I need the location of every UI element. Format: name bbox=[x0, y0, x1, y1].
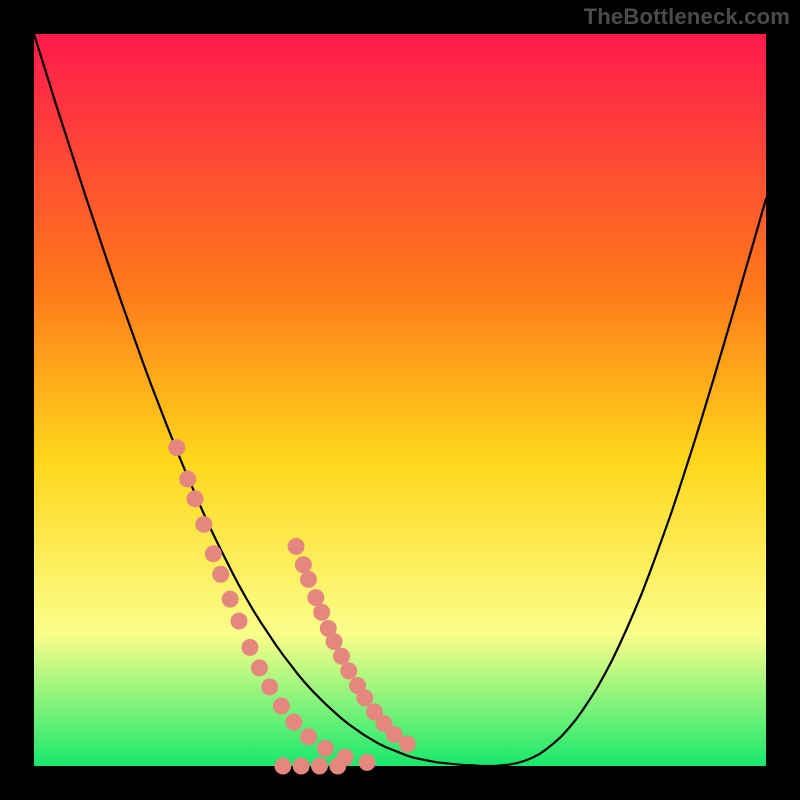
curve-marker bbox=[273, 697, 290, 714]
curve-marker bbox=[340, 662, 357, 679]
curve-marker bbox=[241, 639, 258, 656]
curve-marker bbox=[179, 471, 196, 488]
curve-marker bbox=[285, 714, 302, 731]
curve-marker bbox=[293, 758, 310, 775]
curve-marker bbox=[288, 538, 305, 555]
curve-marker bbox=[399, 736, 416, 753]
curve-marker bbox=[300, 571, 317, 588]
curve-marker bbox=[212, 566, 229, 583]
curve-marker bbox=[326, 633, 343, 650]
curve-marker bbox=[261, 678, 278, 695]
curve-marker bbox=[313, 604, 330, 621]
bottleneck-chart bbox=[0, 0, 800, 800]
curve-marker bbox=[300, 728, 317, 745]
curve-marker bbox=[168, 439, 185, 456]
curve-marker bbox=[230, 613, 247, 630]
curve-marker bbox=[356, 689, 373, 706]
curve-marker bbox=[222, 591, 239, 608]
curve-marker bbox=[311, 758, 328, 775]
curve-marker bbox=[295, 556, 312, 573]
curve-marker bbox=[333, 648, 350, 665]
curve-marker bbox=[307, 589, 324, 606]
gradient-background bbox=[34, 34, 766, 766]
curve-marker bbox=[317, 740, 334, 757]
curve-marker bbox=[274, 758, 291, 775]
curve-marker bbox=[205, 545, 222, 562]
curve-marker bbox=[187, 490, 204, 507]
curve-marker bbox=[195, 516, 212, 533]
chart-frame: TheBottleneck.com bbox=[0, 0, 800, 800]
curve-marker bbox=[359, 754, 376, 771]
curve-marker bbox=[329, 758, 346, 775]
curve-marker bbox=[251, 659, 268, 676]
